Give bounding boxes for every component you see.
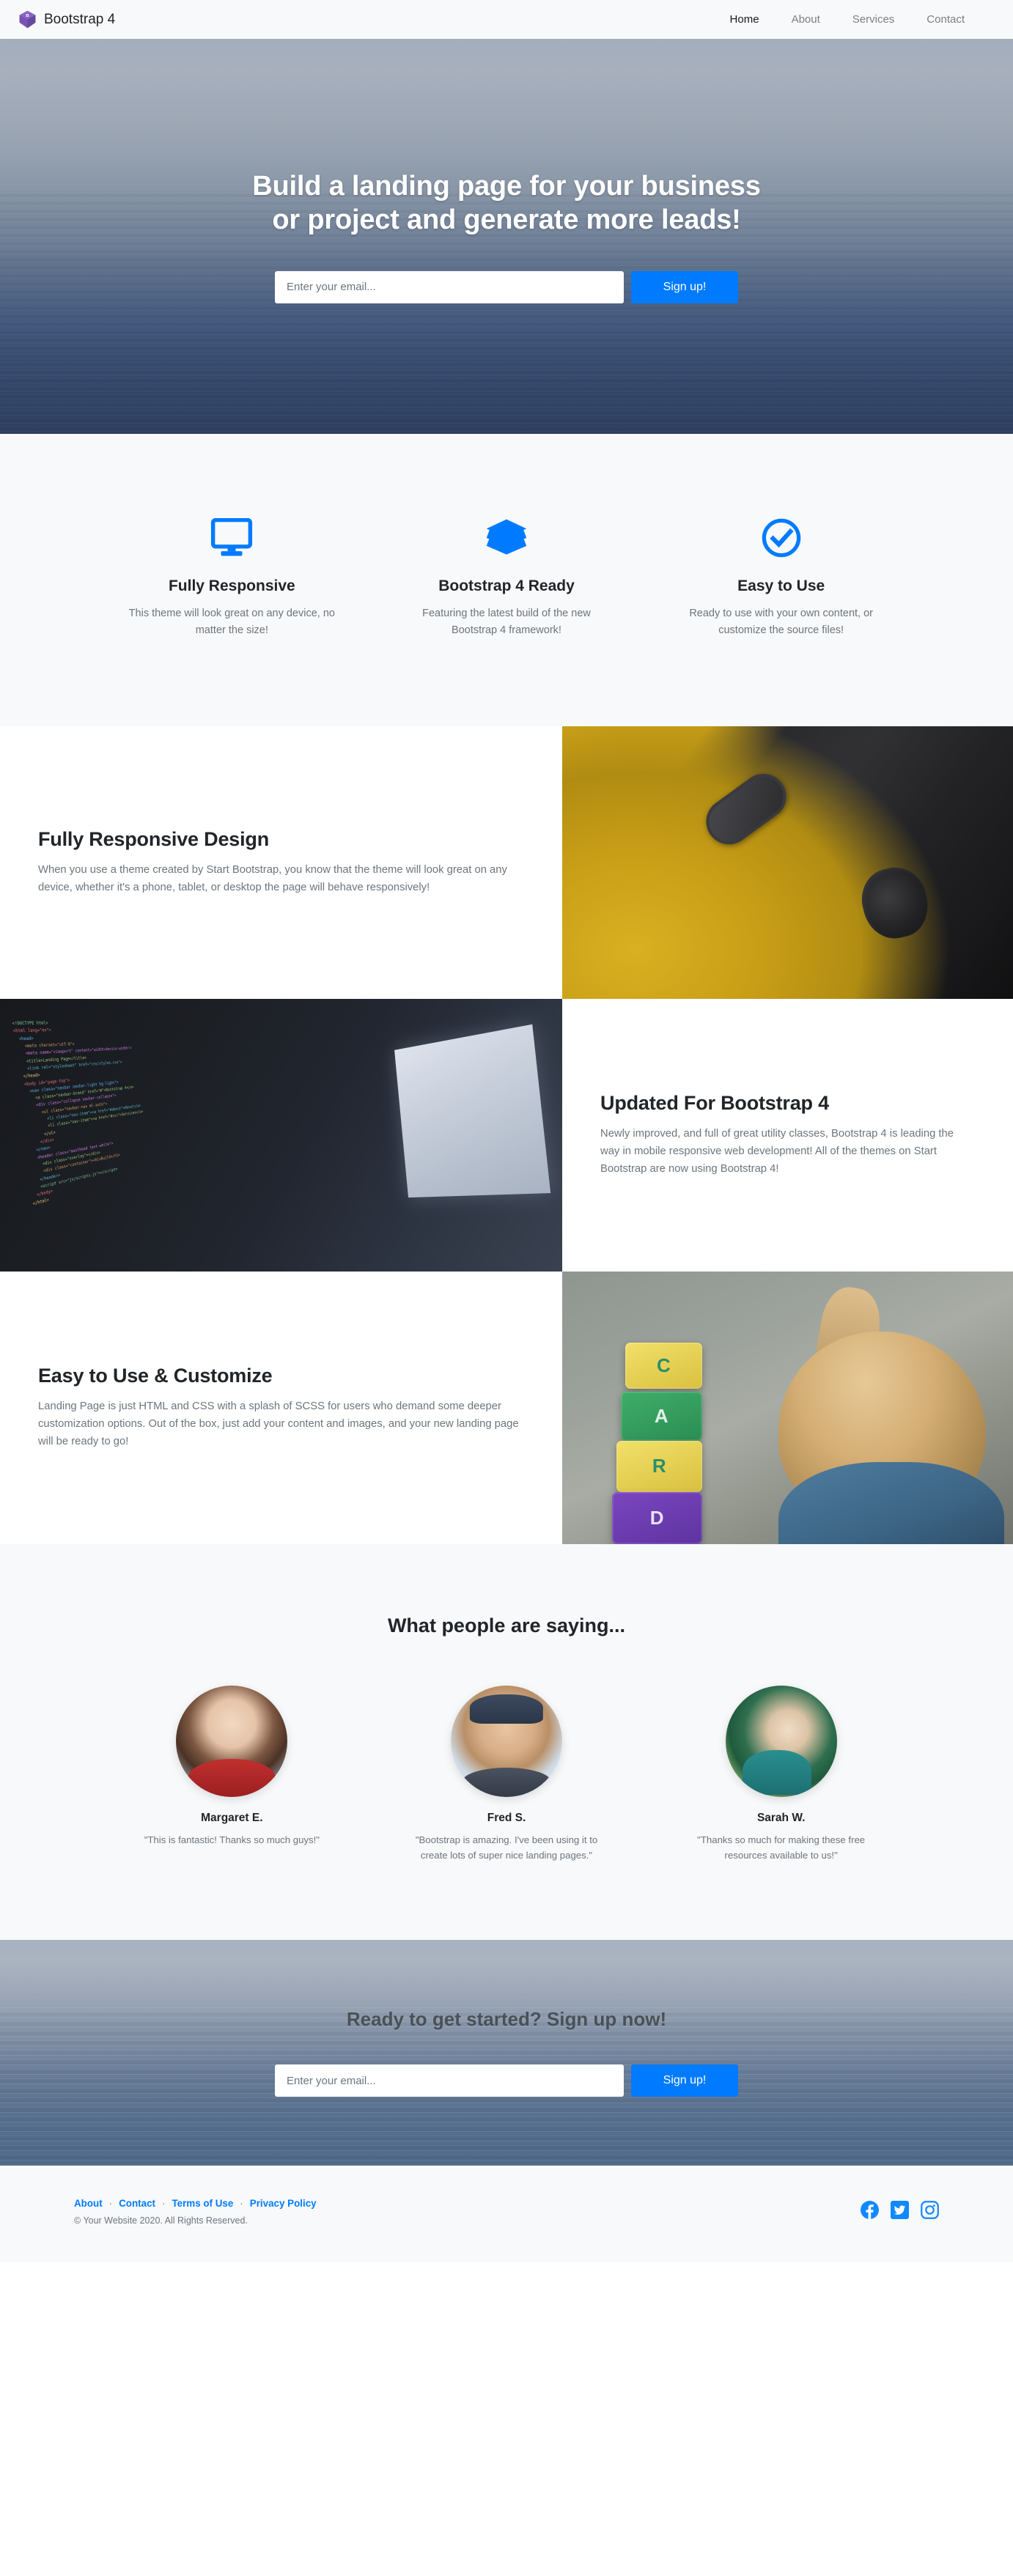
hero-section: Build a landing page for your business o…: [0, 39, 1013, 434]
testimonial-name: Fred S.: [487, 1811, 526, 1824]
desktop-monitor-icon: [115, 514, 349, 561]
feature-text: Ready to use with your own content, or c…: [689, 608, 873, 637]
showcase-text-block: Updated For Bootstrap 4 Newly improved, …: [562, 999, 1013, 1272]
showcase-updated-for-bootstrap-4: <!DOCTYPE html> <html lang="en"> <head> …: [0, 998, 1013, 1272]
showcase-image-iphone: [562, 726, 1013, 999]
showcase-text-block: Easy to Use & Customize Landing Page is …: [0, 1272, 562, 1544]
footer-link-contact[interactable]: Contact: [119, 2198, 155, 2209]
cta-heading: Ready to get started? Sign up now!: [346, 2008, 667, 2031]
testimonial-quote: "Thanks so much for making these free re…: [697, 1834, 866, 1861]
testimonial-fred: Fred S. "Bootstrap is amazing. I've been…: [369, 1685, 644, 1864]
showcase-text-block: Fully Responsive Design When you use a t…: [0, 726, 562, 999]
feature-text: This theme will look great on any device…: [128, 608, 335, 637]
copyright-text: © Your Website 2020. All Rights Reserved…: [74, 2215, 248, 2226]
footer-separator: ·: [240, 2197, 243, 2209]
showcase-text: Landing Page is just HTML and CSS with a…: [38, 1400, 519, 1447]
testimonial-name: Sarah W.: [756, 1811, 806, 1824]
hero-signup-form: Sign up!: [275, 270, 738, 303]
footer-left: About · Contact · Terms of Use · Privacy…: [74, 2198, 317, 2226]
instagram-icon[interactable]: [921, 2200, 939, 2219]
showcase-text: When you use a theme created by Start Bo…: [38, 864, 507, 893]
toy-block: C: [625, 1342, 702, 1389]
footer-separator: ·: [161, 2197, 166, 2209]
layers-stack-icon: [390, 514, 624, 561]
showcase-title: Fully Responsive Design: [38, 828, 269, 850]
showcase-fully-responsive-design: Fully Responsive Design When you use a t…: [0, 726, 1013, 999]
second-monitor-decoration: [394, 1024, 551, 1197]
check-circle-icon: [664, 514, 898, 561]
feature-title: Easy to Use: [737, 577, 825, 594]
toy-block: D: [611, 1492, 702, 1544]
testimonials-row: Margaret E. "This is fantastic! Thanks s…: [74, 1685, 939, 1864]
footer-separator: ·: [108, 2197, 113, 2209]
feature-bootstrap4-ready: Bootstrap 4 Ready Featuring the latest b…: [369, 514, 644, 640]
showcase-easy-to-use-customize: Easy to Use & Customize Landing Page is …: [0, 1271, 1013, 1544]
feature-title: Fully Responsive: [168, 577, 295, 594]
code-text-decoration: <!DOCTYPE html> <html lang="en"> <head> …: [12, 1020, 144, 1206]
nav-item-home[interactable]: Home: [714, 7, 776, 32]
testimonial-sarah: Sarah W. "Thanks so much for making thes…: [644, 1685, 918, 1864]
cta-signup-button[interactable]: Sign up!: [631, 2064, 738, 2097]
feature-title: Bootstrap 4 Ready: [438, 577, 575, 594]
toy-block: R: [616, 1440, 702, 1493]
nav-item-about[interactable]: About: [776, 7, 836, 32]
features-row: Fully Responsive This theme will look gr…: [74, 514, 939, 640]
footer-links: About · Contact · Terms of Use · Privacy…: [74, 2198, 317, 2209]
features-section: Fully Responsive This theme will look gr…: [0, 434, 1013, 726]
toy-block: A: [620, 1391, 702, 1441]
hero-email-input[interactable]: [275, 270, 624, 303]
top-navbar: B Bootstrap 4 Home About Services Contac…: [0, 0, 1013, 39]
footer-link-terms-of-use[interactable]: Terms of Use: [172, 2198, 233, 2209]
page-footer: About · Contact · Terms of Use · Privacy…: [0, 2165, 1013, 2262]
testimonial-quote: "Bootstrap is amazing. I've been using i…: [415, 1834, 598, 1861]
brand-label: Bootstrap 4: [44, 11, 116, 27]
hero-signup-button[interactable]: Sign up!: [631, 270, 738, 303]
feature-text: Featuring the latest build of the new Bo…: [422, 608, 591, 637]
avatar: [725, 1685, 837, 1797]
testimonials-heading: What people are saying...: [387, 1614, 626, 1636]
facebook-icon[interactable]: [861, 2200, 879, 2219]
svg-text:B: B: [26, 14, 29, 18]
brand-link[interactable]: B Bootstrap 4: [18, 10, 115, 29]
social-links: [861, 2198, 939, 2219]
cta-email-input[interactable]: [275, 2064, 624, 2097]
testimonial-quote: "This is fantastic! Thanks so much guys!…: [144, 1834, 320, 1845]
hero-heading-line1: Build a landing page for your business: [252, 171, 761, 202]
avatar: [451, 1685, 562, 1797]
showcase-title: Easy to Use & Customize: [38, 1365, 273, 1387]
footer-link-about[interactable]: About: [74, 2198, 103, 2209]
nav-links: Home About Services Contact: [714, 7, 995, 32]
showcase-image-blocks: C A R D: [562, 1271, 1013, 1544]
hero-heading-line2: or project and generate more leads!: [272, 204, 741, 236]
cta-signup-form: Sign up!: [275, 2064, 738, 2097]
twitter-icon[interactable]: [891, 2200, 909, 2219]
feature-easy-to-use: Easy to Use Ready to use with your own c…: [644, 514, 918, 640]
avatar: [176, 1685, 288, 1797]
bootstrap-logo-icon: B: [18, 10, 37, 29]
testimonial-margaret: Margaret E. "This is fantastic! Thanks s…: [95, 1685, 369, 1864]
testimonial-name: Margaret E.: [201, 1811, 263, 1824]
showcase-text: Newly improved, and full of great utilit…: [600, 1128, 954, 1175]
hero-heading: Build a landing page for your business o…: [0, 169, 1013, 237]
nav-item-contact[interactable]: Contact: [910, 7, 981, 32]
feature-fully-responsive: Fully Responsive This theme will look gr…: [95, 514, 369, 640]
testimonials-section: What people are saying... Margaret E. "T…: [0, 1543, 1013, 1940]
footer-link-privacy-policy[interactable]: Privacy Policy: [250, 2198, 317, 2209]
cta-section: Ready to get started? Sign up now! Sign …: [0, 1939, 1013, 2166]
nav-item-services[interactable]: Services: [836, 7, 911, 32]
showcase-title: Updated For Bootstrap 4: [600, 1092, 829, 1115]
showcase-image-code: <!DOCTYPE html> <html lang="en"> <head> …: [0, 998, 563, 1272]
